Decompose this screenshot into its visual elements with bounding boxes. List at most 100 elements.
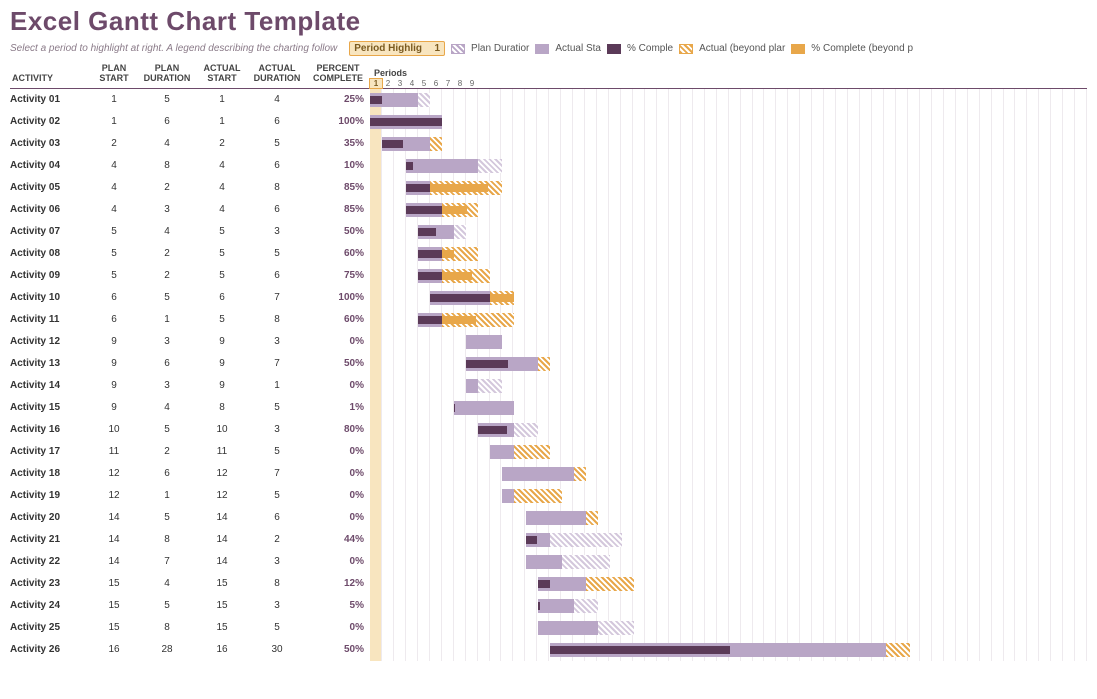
cell-pct: 0% bbox=[306, 331, 370, 353]
bar-pct bbox=[418, 250, 442, 258]
cell-ad: 5 bbox=[248, 485, 306, 507]
bar-actual bbox=[502, 489, 514, 503]
col-activity: Activity bbox=[10, 72, 90, 89]
cell-as: 5 bbox=[196, 309, 248, 331]
cell-ad: 6 bbox=[248, 507, 306, 529]
legend-actual-beyond: Actual (beyond plar bbox=[699, 43, 785, 54]
cell-ad: 30 bbox=[248, 639, 306, 661]
bar-actual bbox=[538, 599, 574, 613]
period-num: 9 bbox=[466, 79, 478, 88]
period-num: 7 bbox=[442, 79, 454, 88]
cell-pd: 3 bbox=[138, 375, 196, 397]
bar-pct bbox=[430, 294, 490, 302]
gantt-bar-cell bbox=[370, 441, 1087, 463]
cell-pd: 6 bbox=[138, 463, 196, 485]
cell-ps: 12 bbox=[90, 485, 138, 507]
bar-pct bbox=[454, 404, 455, 412]
bar-pct-beyond bbox=[442, 206, 467, 214]
cell-pct: 10% bbox=[306, 155, 370, 177]
gantt-bar-cell bbox=[370, 573, 1087, 595]
cell-pd: 1 bbox=[138, 309, 196, 331]
period-highlight-input[interactable] bbox=[426, 43, 440, 54]
bar-pct-beyond bbox=[490, 294, 514, 302]
cell-ps: 11 bbox=[90, 441, 138, 463]
period-num: 2 bbox=[382, 79, 394, 88]
bar-pct bbox=[370, 96, 382, 104]
cell-ad: 3 bbox=[248, 595, 306, 617]
cell-ps: 4 bbox=[90, 155, 138, 177]
cell-ps: 1 bbox=[90, 89, 138, 111]
col-periods: Periods 123456789 bbox=[370, 68, 1087, 89]
period-num: 4 bbox=[406, 79, 418, 88]
cell-ps: 4 bbox=[90, 199, 138, 221]
bar-actual-beyond bbox=[586, 577, 634, 591]
cell-as: 1 bbox=[196, 89, 248, 111]
legend-pct: % Comple bbox=[627, 43, 673, 54]
activity-name: Activity 02 bbox=[10, 111, 90, 133]
cell-ps: 10 bbox=[90, 419, 138, 441]
cell-pct: 75% bbox=[306, 265, 370, 287]
activity-name: Activity 14 bbox=[10, 375, 90, 397]
gantt-bar-cell bbox=[370, 243, 1087, 265]
cell-pd: 5 bbox=[138, 419, 196, 441]
gantt-bar-cell bbox=[370, 551, 1087, 573]
cell-pct: 0% bbox=[306, 507, 370, 529]
cell-as: 9 bbox=[196, 375, 248, 397]
activity-name: Activity 13 bbox=[10, 353, 90, 375]
gantt-bar-cell bbox=[370, 353, 1087, 375]
activity-name: Activity 26 bbox=[10, 639, 90, 661]
cell-pct: 0% bbox=[306, 485, 370, 507]
bar-pct-beyond bbox=[442, 316, 476, 324]
activity-name: Activity 04 bbox=[10, 155, 90, 177]
activity-name: Activity 20 bbox=[10, 507, 90, 529]
cell-pct: 0% bbox=[306, 551, 370, 573]
cell-ad: 5 bbox=[248, 617, 306, 639]
legend: Select a period to highlight at right. A… bbox=[10, 41, 1087, 56]
gantt-bar-cell bbox=[370, 287, 1087, 309]
activity-name: Activity 03 bbox=[10, 133, 90, 155]
activity-name: Activity 09 bbox=[10, 265, 90, 287]
cell-ps: 14 bbox=[90, 529, 138, 551]
bar-pct bbox=[526, 536, 537, 544]
cell-ad: 5 bbox=[248, 397, 306, 419]
cell-ps: 6 bbox=[90, 309, 138, 331]
period-highlight-control[interactable]: Period Highlig bbox=[349, 41, 445, 56]
gantt-bar-cell bbox=[370, 265, 1087, 287]
activity-name: Activity 11 bbox=[10, 309, 90, 331]
bar-actual bbox=[454, 401, 514, 415]
cell-pct: 100% bbox=[306, 111, 370, 133]
cell-pct: 60% bbox=[306, 309, 370, 331]
cell-ps: 5 bbox=[90, 221, 138, 243]
bar-pct-beyond bbox=[430, 184, 488, 192]
gantt-bar-cell bbox=[370, 375, 1087, 397]
cell-as: 2 bbox=[196, 133, 248, 155]
bar-actual bbox=[526, 511, 586, 525]
bar-actual-beyond bbox=[514, 445, 550, 459]
cell-as: 15 bbox=[196, 617, 248, 639]
cell-pd: 2 bbox=[138, 243, 196, 265]
cell-as: 5 bbox=[196, 243, 248, 265]
bar-pct-beyond bbox=[442, 250, 454, 258]
legend-pct-beyond: % Complete (beyond p bbox=[811, 43, 913, 54]
legend-plan: Plan Duratior bbox=[471, 43, 529, 54]
cell-ad: 4 bbox=[248, 89, 306, 111]
cell-ps: 9 bbox=[90, 353, 138, 375]
cell-pd: 4 bbox=[138, 397, 196, 419]
cell-as: 14 bbox=[196, 551, 248, 573]
gantt-bar-cell bbox=[370, 221, 1087, 243]
gantt-bar-cell bbox=[370, 485, 1087, 507]
cell-as: 5 bbox=[196, 265, 248, 287]
cell-pd: 3 bbox=[138, 331, 196, 353]
cell-pct: 0% bbox=[306, 617, 370, 639]
col-actual-duration: Actual Duration bbox=[248, 62, 306, 89]
col-actual-start: Actual Start bbox=[196, 62, 248, 89]
cell-pd: 7 bbox=[138, 551, 196, 573]
cell-pd: 5 bbox=[138, 595, 196, 617]
cell-ps: 15 bbox=[90, 573, 138, 595]
activity-name: Activity 01 bbox=[10, 89, 90, 111]
cell-ps: 14 bbox=[90, 551, 138, 573]
bar-actual bbox=[526, 555, 562, 569]
cell-as: 12 bbox=[196, 463, 248, 485]
cell-as: 4 bbox=[196, 155, 248, 177]
gantt-bar-cell bbox=[370, 155, 1087, 177]
